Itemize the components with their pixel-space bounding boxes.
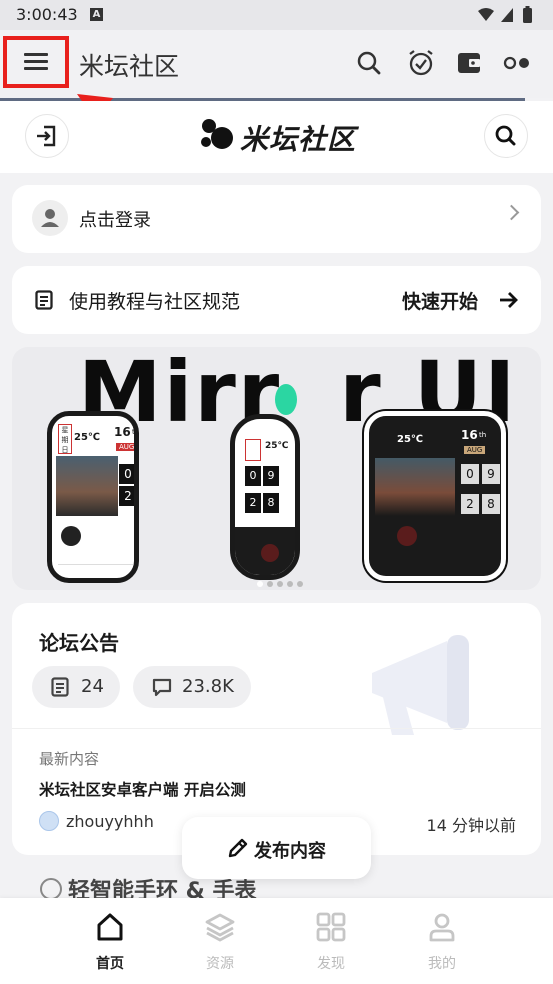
site-logo: 米坛社区: [198, 115, 355, 157]
forum-title: 论坛公告: [39, 631, 119, 655]
nav-item-discover[interactable]: 发现: [276, 898, 386, 984]
publish-label: 发布内容: [254, 841, 326, 862]
author-name[interactable]: zhouyyhhh: [66, 812, 154, 831]
battery-icon: [523, 8, 532, 23]
grid-icon: [316, 912, 346, 942]
login-icon-button[interactable]: [25, 114, 69, 158]
posts-count-pill: 24: [32, 666, 120, 708]
publish-button[interactable]: 发布内容: [182, 817, 371, 879]
app-bar: 米坛社区: [0, 30, 553, 98]
site-header: 米坛社区: [0, 101, 553, 173]
alarm-icon[interactable]: [409, 50, 433, 76]
app-bar-actions: [357, 50, 529, 76]
promo-banner[interactable]: Mirr r UI 星期日 25℃ 16 th AUG 0 2 25℃ 0 9 2…: [12, 347, 541, 590]
status-icons: [478, 6, 532, 23]
signal-icon: [501, 8, 513, 22]
watch-icon: [40, 878, 62, 900]
status-bar: 3:00:43 A: [0, 0, 553, 30]
nav-item-me[interactable]: 我的: [387, 898, 497, 984]
site-search-button[interactable]: [484, 114, 528, 158]
watch-preview-middle: 25℃ 0 9 2 8: [230, 414, 300, 580]
notification-badge: A: [90, 8, 103, 21]
avatar: [32, 200, 68, 236]
app-title: 米坛社区: [79, 52, 180, 81]
megaphone-icon: [372, 635, 469, 735]
pencil-icon: [228, 838, 248, 858]
layers-icon: [205, 913, 235, 942]
posts-count: 24: [81, 676, 104, 697]
person-icon: [429, 913, 455, 942]
wallet-icon[interactable]: [458, 53, 480, 73]
guide-card[interactable]: 使用教程与社区规范 快速开始: [12, 266, 541, 334]
wifi-icon: [478, 8, 494, 21]
latest-post-title[interactable]: 米坛社区安卓客户端 开启公测: [39, 778, 246, 800]
menu-button[interactable]: [3, 36, 69, 88]
nav-item-home[interactable]: 首页: [55, 898, 165, 984]
search-icon[interactable]: [357, 51, 381, 75]
chevron-right-icon: [503, 204, 520, 221]
comments-count-pill: 23.8K: [133, 666, 251, 708]
more-dots-icon[interactable]: [503, 56, 529, 70]
home-icon: [97, 913, 123, 941]
author-avatar: [39, 811, 59, 831]
watch-scenery-image: [56, 456, 118, 516]
comment-icon: [152, 678, 172, 697]
login-label: 点击登录: [79, 210, 151, 231]
banner-pager: [257, 572, 307, 590]
nav-item-resources[interactable]: 资源: [165, 898, 275, 984]
record-icon: [397, 526, 417, 546]
latest-label: 最新内容: [39, 750, 100, 768]
document-icon: [35, 290, 53, 310]
quick-start-link[interactable]: 快速开始: [402, 287, 478, 314]
bottom-navigation: 首页 资源 发现 我的: [0, 898, 553, 984]
watch-preview-left: 星期日 25℃ 16 th AUG 0 2: [47, 411, 139, 583]
sign-in-icon: [36, 125, 55, 146]
record-icon: [261, 544, 279, 562]
status-time: 3:00:43: [16, 5, 78, 24]
arrow-right-icon: [500, 292, 518, 308]
watch-scenery-image: [375, 458, 455, 516]
menu-icon: [24, 53, 48, 56]
user-icon: [41, 209, 59, 227]
logo-mark-icon: [201, 119, 233, 149]
banner-accent-dot: [275, 384, 297, 415]
search-icon: [495, 125, 515, 145]
comments-count: 23.8K: [182, 676, 234, 697]
document-icon: [51, 677, 69, 697]
login-card[interactable]: 点击登录: [12, 185, 541, 253]
record-icon: [61, 526, 81, 546]
watch-preview-right: 25℃ 16 th AUG 0 9 2 8: [364, 411, 506, 581]
logo-text: 米坛社区: [240, 123, 357, 156]
post-time: 14 分钟以前: [426, 816, 516, 835]
guide-label: 使用教程与社区规范: [69, 291, 241, 313]
